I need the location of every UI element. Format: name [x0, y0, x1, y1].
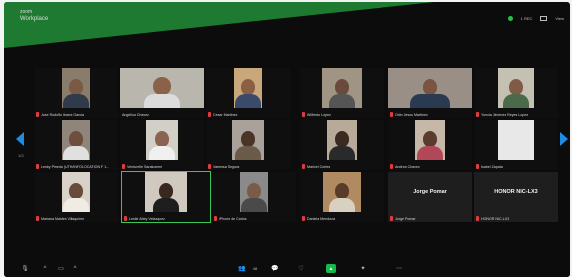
participant-video — [62, 120, 90, 160]
participant-name: Yuncia Jimenez Reyes Lopez — [476, 112, 528, 117]
top-right-controls: 1 REC View — [507, 16, 564, 21]
share-screen-icon[interactable]: ▲ — [326, 264, 336, 273]
participant-video — [146, 120, 178, 160]
sparkle-icon[interactable]: ✦ — [358, 264, 368, 273]
mic-muted-icon — [476, 216, 479, 221]
participant-tile-no-video[interactable]: HONOR NIC-LX3 HONOR NIC-LX3 — [474, 172, 558, 222]
participant-tile[interactable]: iPhone de Carlos — [212, 172, 296, 222]
participant-display-name: HONOR NIC-LX3 — [494, 189, 538, 195]
participant-tile[interactable]: Andrea Chavez — [388, 120, 472, 170]
recording-status-icon — [507, 16, 513, 21]
participant-tile-no-video[interactable]: Jorge Pomar Jorge Pomar — [388, 172, 472, 222]
participant-tile[interactable]: Isabel Zapata — [474, 120, 558, 170]
app-title: zoom Workplace — [20, 9, 49, 23]
participant-video — [415, 120, 445, 160]
mic-muted-icon — [476, 164, 479, 169]
participant-name: Isabel Zapata — [476, 164, 503, 169]
mic-muted-icon — [302, 216, 305, 221]
next-page-arrow-icon[interactable] — [560, 132, 568, 146]
participant-tile[interactable]: Angelica Chavez — [120, 68, 204, 118]
reactions-icon[interactable]: ♡ — [296, 264, 306, 273]
participant-tile[interactable]: Wilfredo Lopez — [300, 68, 384, 118]
zoom-window: zoom Workplace 1 REC View 1/3 Jose Rodol… — [4, 2, 570, 277]
participant-tile[interactable]: Vanessa Segura — [206, 120, 290, 170]
mic-muted-icon — [390, 216, 393, 221]
participant-name: Angelica Chavez — [122, 113, 149, 117]
participant-name: iPhone de Carlos — [214, 216, 247, 221]
status-text: 1 REC — [520, 16, 533, 21]
mic-muted-icon — [124, 216, 127, 221]
participant-tile[interactable]: Cesar Martinez — [206, 68, 290, 118]
mic-muted-icon — [36, 164, 39, 169]
more-icon[interactable]: ⋯ — [394, 264, 404, 273]
participant-tile[interactable]: Lesby Pineda (UTH/INFOLOCATION F 1... — [34, 120, 118, 170]
mic-muted-icon — [390, 112, 393, 117]
mic-muted-icon — [302, 112, 305, 117]
view-button[interactable]: View — [555, 16, 564, 21]
participant-video — [327, 120, 357, 160]
participant-video — [62, 172, 90, 212]
participant-name: Vanessa Segura — [208, 164, 239, 169]
participant-tile[interactable]: Venturelle Saraluzemi — [120, 120, 204, 170]
participants-count: 48 — [252, 266, 258, 271]
mic-muted-icon — [36, 112, 39, 117]
participant-tile[interactable]: Odin Jesus Martinez — [388, 68, 472, 118]
participant-video — [120, 68, 204, 108]
participant-tile-active-speaker[interactable]: Leslie Abby Velazquez — [121, 171, 211, 223]
view-grid-icon[interactable] — [540, 16, 548, 21]
participant-tile[interactable]: Yuncia Jimenez Reyes Lopez — [474, 68, 558, 118]
participant-name: Cesar Martinez — [208, 112, 237, 117]
participant-name: Leslie Abby Velazquez — [124, 216, 165, 221]
participant-name: Wilfredo Lopez — [302, 112, 331, 117]
participant-name: Lesby Pineda (UTH/INFOLOCATION F 1... — [36, 164, 109, 169]
chevron-up-icon[interactable]: ^ — [40, 264, 50, 273]
chevron-up-icon[interactable]: ^ — [70, 264, 80, 273]
participant-display-name: Jorge Pomar — [413, 189, 447, 195]
participant-tile[interactable]: Jose Rodolfo Ibarra Garcia — [34, 68, 118, 118]
mic-muted-icon — [208, 112, 211, 117]
participant-video — [388, 68, 472, 108]
mic-muted-icon — [122, 164, 125, 169]
mic-muted-icon — [208, 164, 211, 169]
mic-muted-icon — [390, 164, 393, 169]
app-name: Workplace — [20, 16, 49, 22]
participant-tile[interactable]: Mariana Maldes Villaquiren — [34, 172, 118, 222]
participant-video — [145, 172, 187, 212]
mic-muted-icon — [302, 164, 305, 169]
participant-tile[interactable]: Maricel Cortes — [300, 120, 384, 170]
participant-name: Andrea Chavez — [390, 164, 420, 169]
people-icon[interactable]: 👥 — [234, 264, 250, 273]
prev-page-arrow-icon[interactable] — [16, 132, 24, 146]
participant-name: HONOR NIC-LX3 — [476, 216, 509, 221]
brand-corner-banner — [4, 2, 434, 48]
participant-video — [322, 68, 362, 108]
participant-name: Maricel Cortes — [302, 164, 330, 169]
microphone-icon[interactable]: 🎙 — [20, 264, 30, 273]
participant-video — [498, 68, 534, 108]
mic-muted-icon — [214, 216, 217, 221]
mic-muted-icon — [476, 112, 479, 117]
participant-video — [234, 68, 262, 108]
participant-name: Jorge Pomar — [390, 216, 416, 221]
participant-name: Venturelle Saraluzemi — [122, 164, 162, 169]
participant-name: Jose Rodolfo Ibarra Garcia — [36, 112, 84, 117]
app-brand: zoom — [20, 9, 33, 15]
participant-name: Daniela Mendoza — [302, 216, 335, 221]
page-indicator: 1/3 — [18, 153, 24, 158]
participant-tile[interactable]: Daniela Mendoza — [300, 172, 384, 222]
mic-muted-icon — [36, 216, 39, 221]
participant-name: Odin Jesus Martinez — [390, 112, 428, 117]
chat-icon[interactable]: 💬 — [270, 264, 280, 273]
participant-video — [232, 120, 264, 160]
participant-video — [498, 120, 534, 160]
participant-video — [62, 68, 90, 108]
participant-name: Mariana Maldes Villaquiren — [36, 216, 84, 221]
participant-video — [323, 172, 361, 212]
meeting-toolbar: 🎙 ^ ▭ ^ 👥 48 💬 ♡ ▲ ✦ ⋯ — [4, 260, 570, 277]
participant-video — [240, 172, 268, 212]
camera-icon[interactable]: ▭ — [56, 264, 66, 273]
